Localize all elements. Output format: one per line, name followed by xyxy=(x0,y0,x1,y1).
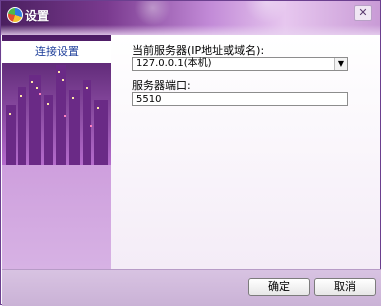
app-icon xyxy=(7,7,23,23)
port-input[interactable] xyxy=(132,92,348,106)
cancel-button[interactable]: 取消 xyxy=(314,278,376,296)
footer-bar: 确定 取消 xyxy=(2,269,381,306)
ok-button[interactable]: 确定 xyxy=(248,278,310,296)
server-label: 当前服务器(IP地址或域名): xyxy=(132,44,265,57)
chevron-down-icon[interactable]: ▼ xyxy=(334,58,347,70)
title-bar[interactable]: 设置 ✕ xyxy=(1,1,380,35)
port-label: 服务器端口: xyxy=(132,79,191,92)
window-title: 设置 xyxy=(25,9,50,23)
server-select[interactable]: 127.0.0.1(本机) ▼ xyxy=(132,57,348,71)
sidebar-item-connection-settings[interactable]: 连接设置 xyxy=(2,41,111,63)
settings-window: 设置 ✕ 连接设置 当前服务器(IP地址或域名): 127.0.0.1(本机) … xyxy=(0,0,381,306)
server-select-value: 127.0.0.1(本机) xyxy=(136,58,212,69)
close-button[interactable]: ✕ xyxy=(354,5,372,21)
settings-panel: 当前服务器(IP地址或域名): 127.0.0.1(本机) ▼ 服务器端口: xyxy=(111,35,380,269)
sidebar: 连接设置 xyxy=(2,35,111,269)
